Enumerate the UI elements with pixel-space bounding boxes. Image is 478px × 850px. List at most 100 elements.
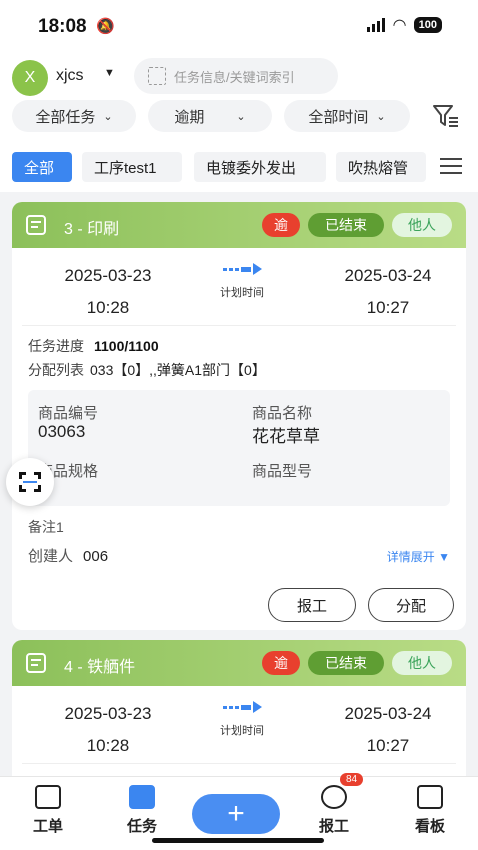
filter-funnel-icon[interactable] — [432, 103, 460, 129]
document-icon — [26, 215, 46, 235]
remark: 备注1 — [28, 519, 64, 535]
goods-model-label: 商品型号 — [252, 463, 313, 480]
start-clock: 10:28 — [86, 736, 130, 755]
end-clock: 10:27 — [366, 736, 410, 755]
expand-label: 详情展开 — [386, 550, 435, 564]
filter-label: 逾期 — [174, 108, 205, 126]
creator-value: 006 — [83, 548, 109, 565]
time-row: 2025-03-23 10:28 计划时间 2025-03-24 10:27 — [22, 686, 456, 764]
battery-icon: 100 — [413, 17, 442, 33]
tabbar-label: 看板 — [414, 818, 445, 835]
process-tabs: 全部 工序test1 电镀委外发出 吹热熔管 — [0, 140, 478, 192]
header: X xjcs ▼ 任务信息/关键词索引 全部任务 ⌄ 逾期 ⌄ 全部时间 ⌄ — [0, 52, 478, 140]
scan-search-icon — [148, 67, 166, 85]
add-button[interactable]: + — [192, 794, 280, 834]
task-card[interactable]: 3 - 印刷 逾 已结束 他人 2025-03-23 10:28 计划时间 20… — [12, 202, 466, 630]
document-icon — [26, 653, 46, 673]
tabbar-label: 任务 — [126, 818, 157, 835]
signal-icon — [367, 18, 386, 32]
assign-value: 033【0】,,弹簧A1部门【0】 — [90, 362, 266, 378]
start-date: 2025-03-23 — [64, 266, 152, 285]
tab-menu-icon[interactable] — [440, 158, 462, 179]
plan-time: 计划时间 — [202, 700, 282, 738]
end-time: 2025-03-24 10:27 — [318, 260, 458, 324]
time-row: 2025-03-23 10:28 计划时间 2025-03-24 10:27 — [22, 248, 456, 326]
tab-all[interactable]: 全部 — [12, 152, 72, 182]
arrow-right-icon — [202, 700, 282, 714]
tab-plating-outsource[interactable]: 电镀委外发出 — [194, 152, 326, 182]
card-actions: 报工 分配 — [28, 572, 454, 630]
scan-icon — [19, 472, 41, 492]
task-card[interactable]: 4 - 铁舾件 逾 已结束 他人 2025-03-23 10:28 计划时间 2… — [12, 640, 466, 790]
search-input[interactable]: 任务信息/关键词索引 — [134, 58, 338, 94]
filter-label: 全部时间 — [308, 108, 369, 126]
avatar[interactable]: X — [12, 60, 48, 96]
filter-row: 全部任务 ⌄ 逾期 ⌄ 全部时间 ⌄ — [0, 100, 478, 136]
status-time: 18:08 — [38, 16, 87, 37]
status-badge: 已结束 — [308, 651, 384, 675]
chevron-down-icon: ⌄ — [376, 110, 386, 123]
arrow-right-icon — [202, 262, 282, 276]
goods-code-label: 商品编号 — [38, 405, 99, 422]
filter-overdue[interactable]: 逾期 ⌄ — [148, 100, 272, 132]
overdue-badge: 逾 — [262, 213, 300, 237]
filter-all-tasks[interactable]: 全部任务 ⌄ — [12, 100, 136, 132]
tab-process-test1[interactable]: 工序test1 — [82, 152, 182, 182]
goods-name-value: 花花草草 — [252, 427, 320, 446]
status-badge: 已结束 — [308, 213, 384, 237]
card-header: 4 - 铁舾件 逾 已结束 他人 — [12, 640, 466, 686]
owner-badge: 他人 — [392, 213, 452, 237]
end-time: 2025-03-24 10:27 — [318, 698, 458, 762]
tabbar-item-report[interactable]: 报工 — [304, 785, 364, 836]
end-date: 2025-03-24 — [344, 704, 432, 723]
start-clock: 10:28 — [86, 298, 130, 317]
expand-details-link[interactable]: 详情展开 ▼ — [387, 542, 450, 572]
search-placeholder: 任务信息/关键词索引 — [174, 69, 295, 85]
progress-line: 任务进度 1100/1100 — [28, 334, 450, 358]
wifi-icon: ◠ — [393, 17, 406, 34]
overdue-badge: 逾 — [262, 651, 300, 675]
goods-name-label: 商品名称 — [252, 405, 313, 422]
progress-label: 任务进度 — [28, 338, 84, 354]
tabbar-item-work-order[interactable]: 工单 — [18, 785, 78, 836]
user-name[interactable]: xjcs — [56, 67, 84, 85]
home-indicator — [152, 838, 324, 843]
status-bar: 18:08 🔕 ◠ 100 — [0, 0, 478, 52]
chevron-down-icon: ⌄ — [236, 110, 246, 123]
tabbar-label: 报工 — [318, 818, 349, 835]
user-caret-down-icon[interactable]: ▼ — [104, 67, 115, 79]
plan-time-label: 计划时间 — [220, 725, 264, 737]
assign-label: 分配列表 — [28, 362, 84, 378]
creator-label: 创建人 — [28, 548, 74, 565]
timer-icon — [321, 785, 347, 809]
creator-line: 创建人 006 详情展开 ▼ — [28, 542, 450, 572]
board-icon — [417, 785, 443, 809]
report-button[interactable]: 报工 — [268, 588, 356, 622]
scan-button[interactable] — [6, 458, 54, 506]
report-count-badge: 84 — [340, 773, 364, 786]
work-order-icon — [35, 785, 61, 809]
plan-time-label: 计划时间 — [220, 287, 264, 299]
tabbar-item-task[interactable]: 任务 — [112, 785, 172, 836]
mute-bell-icon: 🔕 — [96, 18, 115, 35]
end-date: 2025-03-24 — [344, 266, 432, 285]
progress-value: 1100/1100 — [94, 338, 159, 354]
owner-badge: 他人 — [392, 651, 452, 675]
plan-time: 计划时间 — [202, 262, 282, 300]
assign-line: 分配列表 033【0】,,弹簧A1部门【0】 — [28, 358, 450, 382]
chevron-down-icon: ⌄ — [103, 110, 113, 123]
task-icon — [129, 785, 155, 809]
card-header: 3 - 印刷 逾 已结束 他人 — [12, 202, 466, 248]
start-date: 2025-03-23 — [64, 704, 152, 723]
status-indicators: ◠ 100 — [367, 15, 442, 35]
assign-button[interactable]: 分配 — [368, 588, 454, 622]
tab-heat-shrink[interactable]: 吹热熔管 — [336, 152, 426, 182]
card-title: 3 - 印刷 — [64, 221, 120, 238]
filter-all-time[interactable]: 全部时间 ⌄ — [284, 100, 410, 132]
end-clock: 10:27 — [366, 298, 410, 317]
filter-label: 全部任务 — [35, 108, 96, 126]
tabbar-item-board[interactable]: 看板 — [400, 785, 460, 836]
card-title: 4 - 铁舾件 — [64, 659, 136, 676]
start-time: 2025-03-23 10:28 — [38, 260, 178, 324]
goods-code-value: 03063 — [38, 422, 86, 441]
